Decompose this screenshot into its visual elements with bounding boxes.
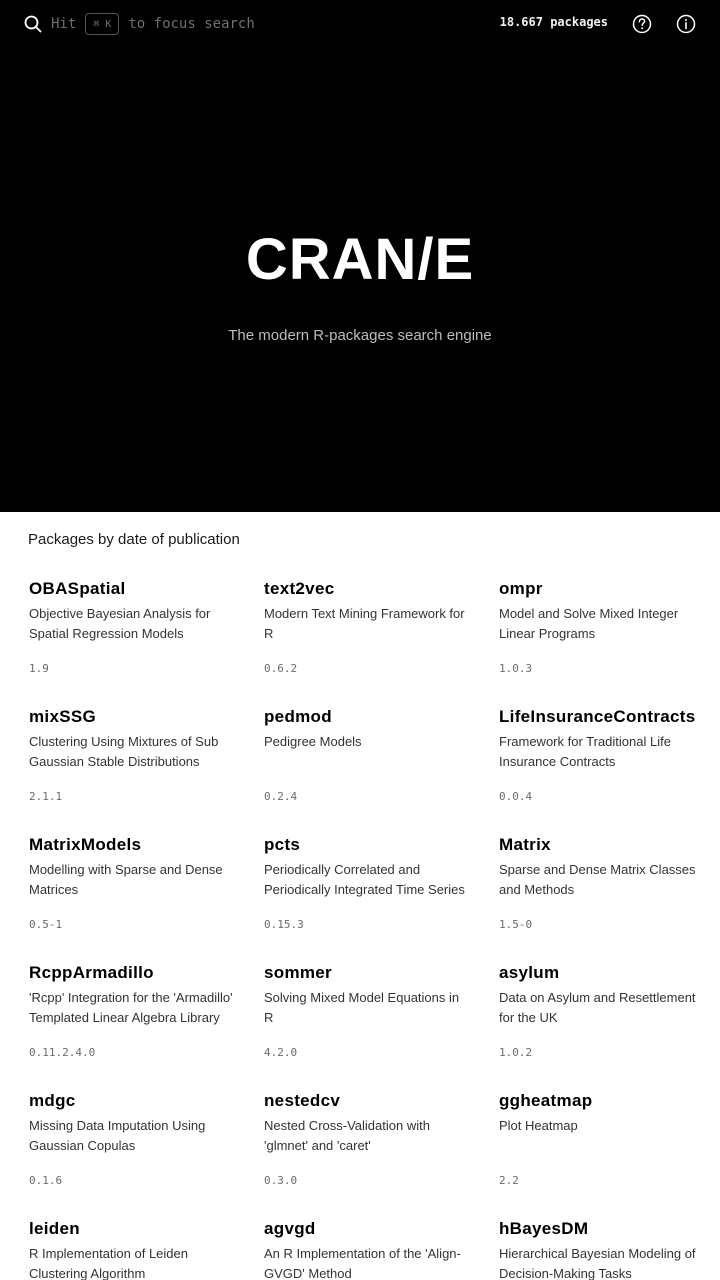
- package-card[interactable]: sommer Solving Mixed Model Equations in …: [264, 954, 474, 1082]
- package-name: ompr: [499, 579, 543, 598]
- package-version: 2.2: [499, 1174, 519, 1187]
- package-card[interactable]: ompr Model and Solve Mixed Integer Linea…: [499, 570, 709, 698]
- package-description: Clustering Using Mixtures of Sub Gaussia…: [29, 734, 219, 769]
- package-card[interactable]: pcts Periodically Correlated and Periodi…: [264, 826, 474, 954]
- package-name: OBASpatial: [29, 579, 126, 598]
- package-version: 1.9: [29, 662, 49, 675]
- package-name: MatrixModels: [29, 835, 142, 854]
- package-version: 2.1.1: [29, 790, 63, 803]
- package-description: Plot Heatmap: [499, 1118, 578, 1133]
- package-card[interactable]: agvgd An R Implementation of the 'Align-…: [264, 1210, 474, 1280]
- package-card[interactable]: ggheatmap Plot Heatmap 2.2: [499, 1082, 709, 1210]
- package-description: An R Implementation of the 'Align-GVGD' …: [264, 1246, 461, 1280]
- package-version: 0.2.4: [264, 790, 298, 803]
- package-description: 'Rcpp' Integration for the 'Armadillo' T…: [29, 990, 233, 1025]
- info-icon[interactable]: [676, 14, 696, 34]
- package-description: Nested Cross-Validation with 'glmnet' an…: [264, 1118, 430, 1153]
- package-card[interactable]: LifeInsuranceContracts Framework for Tra…: [499, 698, 709, 826]
- package-name: asylum: [499, 963, 560, 982]
- package-card[interactable]: pedmod Pedigree Models 0.2.4: [264, 698, 474, 826]
- package-description: Framework for Traditional Life Insurance…: [499, 734, 671, 769]
- package-version: 0.3.0: [264, 1174, 298, 1187]
- package-name: pcts: [264, 835, 301, 854]
- package-description: Pedigree Models: [264, 734, 362, 749]
- shortcut-key: ⌘ K: [85, 13, 120, 35]
- package-card[interactable]: OBASpatial Objective Bayesian Analysis f…: [29, 570, 239, 698]
- package-name: nestedcv: [264, 1091, 341, 1110]
- package-version: 1.0.2: [499, 1046, 533, 1059]
- package-name: RcppArmadillo: [29, 963, 154, 982]
- package-name: mdgc: [29, 1091, 76, 1110]
- package-card[interactable]: MatrixModels Modelling with Sparse and D…: [29, 826, 239, 954]
- package-name: mixSSG: [29, 707, 96, 726]
- package-card[interactable]: nestedcv Nested Cross-Validation with 'g…: [264, 1082, 474, 1210]
- package-name: pedmod: [264, 707, 332, 726]
- package-name: text2vec: [264, 579, 335, 598]
- package-description: Modelling with Sparse and Dense Matrices: [29, 862, 223, 897]
- search-icon: [24, 15, 42, 33]
- package-version: 0.5-1: [29, 918, 63, 931]
- help-icon[interactable]: [632, 14, 652, 34]
- package-version: 1.0.3: [499, 662, 533, 675]
- package-name: agvgd: [264, 1219, 316, 1238]
- package-name: ggheatmap: [499, 1091, 593, 1110]
- package-card[interactable]: text2vec Modern Text Mining Framework fo…: [264, 570, 474, 698]
- app-logo: CRAN/E: [245, 227, 475, 292]
- package-description: Sparse and Dense Matrix Classes and Meth…: [499, 862, 696, 897]
- package-description: Model and Solve Mixed Integer Linear Pro…: [499, 606, 679, 641]
- tagline: The modern R-packages search engine: [228, 327, 492, 344]
- search-hint-prefix: Hit: [51, 16, 77, 32]
- package-description: Solving Mixed Model Equations in R: [264, 990, 460, 1025]
- package-count: 18.667 packages: [499, 15, 608, 29]
- search-hint-suffix: to focus search: [128, 16, 255, 32]
- top-bar: Hit ⌘ K to focus search 18.667 packages: [0, 0, 720, 48]
- package-version: 0.15.3: [264, 918, 304, 931]
- package-description: Periodically Correlated and Periodically…: [264, 862, 465, 897]
- package-description: Data on Asylum and Resettlement for the …: [499, 990, 696, 1025]
- package-description: Objective Bayesian Analysis for Spatial …: [29, 606, 211, 641]
- package-version: 0.6.2: [264, 662, 298, 675]
- package-card[interactable]: asylum Data on Asylum and Resettlement f…: [499, 954, 709, 1082]
- package-card[interactable]: leiden R Implementation of Leiden Cluste…: [29, 1210, 239, 1280]
- package-card[interactable]: hBayesDM Hierarchical Bayesian Modeling …: [499, 1210, 709, 1280]
- package-description: Missing Data Imputation Using Gaussian C…: [29, 1118, 206, 1153]
- package-card[interactable]: mdgc Missing Data Imputation Using Gauss…: [29, 1082, 239, 1210]
- package-version: 4.2.0: [264, 1046, 298, 1059]
- packages-section: Packages by date of publication OBASpati…: [0, 512, 720, 1280]
- package-name: Matrix: [499, 835, 551, 854]
- package-name: leiden: [29, 1219, 80, 1238]
- package-version: 0.0.4: [499, 790, 533, 803]
- search-trigger[interactable]: Hit ⌘ K to focus search: [24, 12, 255, 36]
- package-version: 1.5-0: [499, 918, 533, 931]
- section-title: Packages by date of publication: [28, 531, 240, 548]
- package-description: Hierarchical Bayesian Modeling of Decisi…: [499, 1246, 696, 1280]
- package-name: LifeInsuranceContracts: [499, 707, 696, 726]
- package-name: hBayesDM: [499, 1219, 589, 1238]
- package-version: 0.11.2.4.0: [29, 1046, 96, 1059]
- package-version: 0.1.6: [29, 1174, 63, 1187]
- package-card[interactable]: RcppArmadillo 'Rcpp' Integration for the…: [29, 954, 239, 1082]
- package-description: Modern Text Mining Framework for R: [264, 606, 465, 641]
- package-description: R Implementation of Leiden Clustering Al…: [29, 1246, 188, 1280]
- hero-section: Hit ⌘ K to focus search 18.667 packages …: [0, 0, 720, 512]
- package-card[interactable]: mixSSG Clustering Using Mixtures of Sub …: [29, 698, 239, 826]
- package-card[interactable]: Matrix Sparse and Dense Matrix Classes a…: [499, 826, 709, 954]
- package-name: sommer: [264, 963, 332, 982]
